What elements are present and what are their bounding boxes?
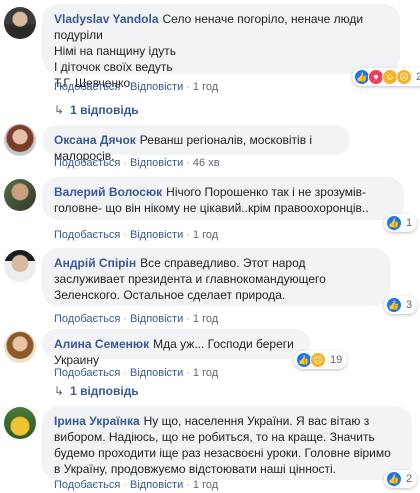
reactions-summary[interactable]: 👍 ☹ 19 xyxy=(294,351,348,369)
reply-arrow-icon: ↳ xyxy=(54,103,65,117)
separator-dot: · xyxy=(123,479,127,491)
timestamp[interactable]: 1 год xyxy=(193,367,218,379)
avatar[interactable] xyxy=(4,124,36,156)
comment-author[interactable]: Андрій Спірін xyxy=(54,256,136,270)
comment-author[interactable]: Vladyslav Yandola xyxy=(54,12,159,26)
comment-author[interactable]: Валерий Волосюк xyxy=(54,185,162,199)
separator-dot: · xyxy=(186,479,190,491)
reaction-count: 19 xyxy=(330,354,343,366)
reply-button[interactable]: Відповісти xyxy=(130,367,183,379)
reply-button[interactable]: Відповісти xyxy=(130,313,183,325)
avatar[interactable] xyxy=(4,331,36,363)
timestamp[interactable]: 1 год xyxy=(193,229,218,241)
separator-dot: · xyxy=(123,81,127,93)
like-button[interactable]: Подобається xyxy=(54,157,120,169)
reactions-summary[interactable]: 👍 1 xyxy=(384,214,418,232)
timestamp[interactable]: 1 год xyxy=(193,479,218,491)
reply-button[interactable]: Відповісти xyxy=(130,479,183,491)
reactions-summary[interactable]: 👍 2 xyxy=(384,470,418,488)
separator-dot: · xyxy=(186,367,190,379)
separator-dot: · xyxy=(123,367,127,379)
sad-icon: ☹ xyxy=(396,69,412,85)
reactions-summary[interactable]: 👍 3 xyxy=(384,296,418,314)
replies-count: 1 відповідь xyxy=(70,103,139,117)
reply-arrow-icon: ↳ xyxy=(54,384,65,398)
like-icon: 👍 xyxy=(386,471,402,487)
timestamp[interactable]: 1 год xyxy=(193,81,218,93)
comment-bubble: Андрій Спірін Все справедливо. Этот народ… xyxy=(42,248,390,306)
avatar[interactable] xyxy=(4,179,36,211)
avatar[interactable] xyxy=(4,7,36,39)
replies-count: 1 відповідь xyxy=(70,384,139,398)
reply-button[interactable]: Відповісти xyxy=(130,81,183,93)
reaction-count: 1 xyxy=(406,217,413,229)
separator-dot: · xyxy=(186,81,190,93)
like-icon: 👍 xyxy=(386,297,402,313)
separator-dot: · xyxy=(123,313,127,325)
timestamp[interactable]: 1 год xyxy=(193,313,218,325)
like-button[interactable]: Подобається xyxy=(54,367,120,379)
reply-button[interactable]: Відповісти xyxy=(130,229,183,241)
like-button[interactable]: Подобається xyxy=(54,229,120,241)
comment-bubble: Ірина Українка Ну що, населення України. … xyxy=(42,406,412,480)
avatar[interactable] xyxy=(4,407,36,439)
comment-bubble: Vladyslav Yandola Село неначе погоріло, н… xyxy=(42,4,400,90)
comment-author[interactable]: Алина Семенюк xyxy=(54,337,149,351)
separator-dot: · xyxy=(186,157,190,169)
separator-dot: · xyxy=(123,229,127,241)
reactions-summary[interactable]: 👍 ♥ ☺ ☹ 24 xyxy=(352,68,420,86)
comment-actions: Подобається · Відповісти · 1 год xyxy=(54,312,218,326)
comment-author[interactable]: Ірина Українка xyxy=(54,414,140,428)
reply-button[interactable]: Відповісти xyxy=(130,157,183,169)
comment-actions: Подобається · Відповісти · 1 год xyxy=(54,478,218,492)
comment-actions: Подобається · Відповісти · 1 год xyxy=(54,228,218,242)
like-button[interactable]: Подобається xyxy=(54,479,120,491)
comment-actions: Подобається · Відповісти · 46 хв xyxy=(54,156,220,170)
comment-bubble: Алина Семенюк Мда уж... Господи береги Ук… xyxy=(42,329,310,367)
separator-dot: · xyxy=(186,313,190,325)
sad-icon: ☹ xyxy=(310,352,326,368)
like-button[interactable]: Подобається xyxy=(54,313,120,325)
reaction-count: 3 xyxy=(406,299,413,311)
like-button[interactable]: Подобається xyxy=(54,81,120,93)
timestamp[interactable]: 46 хв xyxy=(193,157,220,169)
view-replies-link[interactable]: ↳ 1 відповідь xyxy=(54,103,139,117)
comment-author[interactable]: Оксана Дячок xyxy=(54,133,136,147)
comment-actions: Подобається · Відповісти · 1 год xyxy=(54,366,218,380)
like-icon: 👍 xyxy=(386,215,402,231)
separator-dot: · xyxy=(186,229,190,241)
separator-dot: · xyxy=(123,157,127,169)
avatar[interactable] xyxy=(4,250,36,282)
comment-bubble: Валерий Волосюк Нічого Порошенко так і не… xyxy=(42,177,404,220)
comment-actions: Подобається · Відповісти · 1 год xyxy=(54,80,218,94)
view-replies-link[interactable]: ↳ 1 відповідь xyxy=(54,384,139,398)
comment-bubble: Оксана Дячок Реванш регіоналів, московіті… xyxy=(42,125,350,163)
reaction-count: 2 xyxy=(406,473,413,485)
reaction-count: 24 xyxy=(416,71,420,83)
